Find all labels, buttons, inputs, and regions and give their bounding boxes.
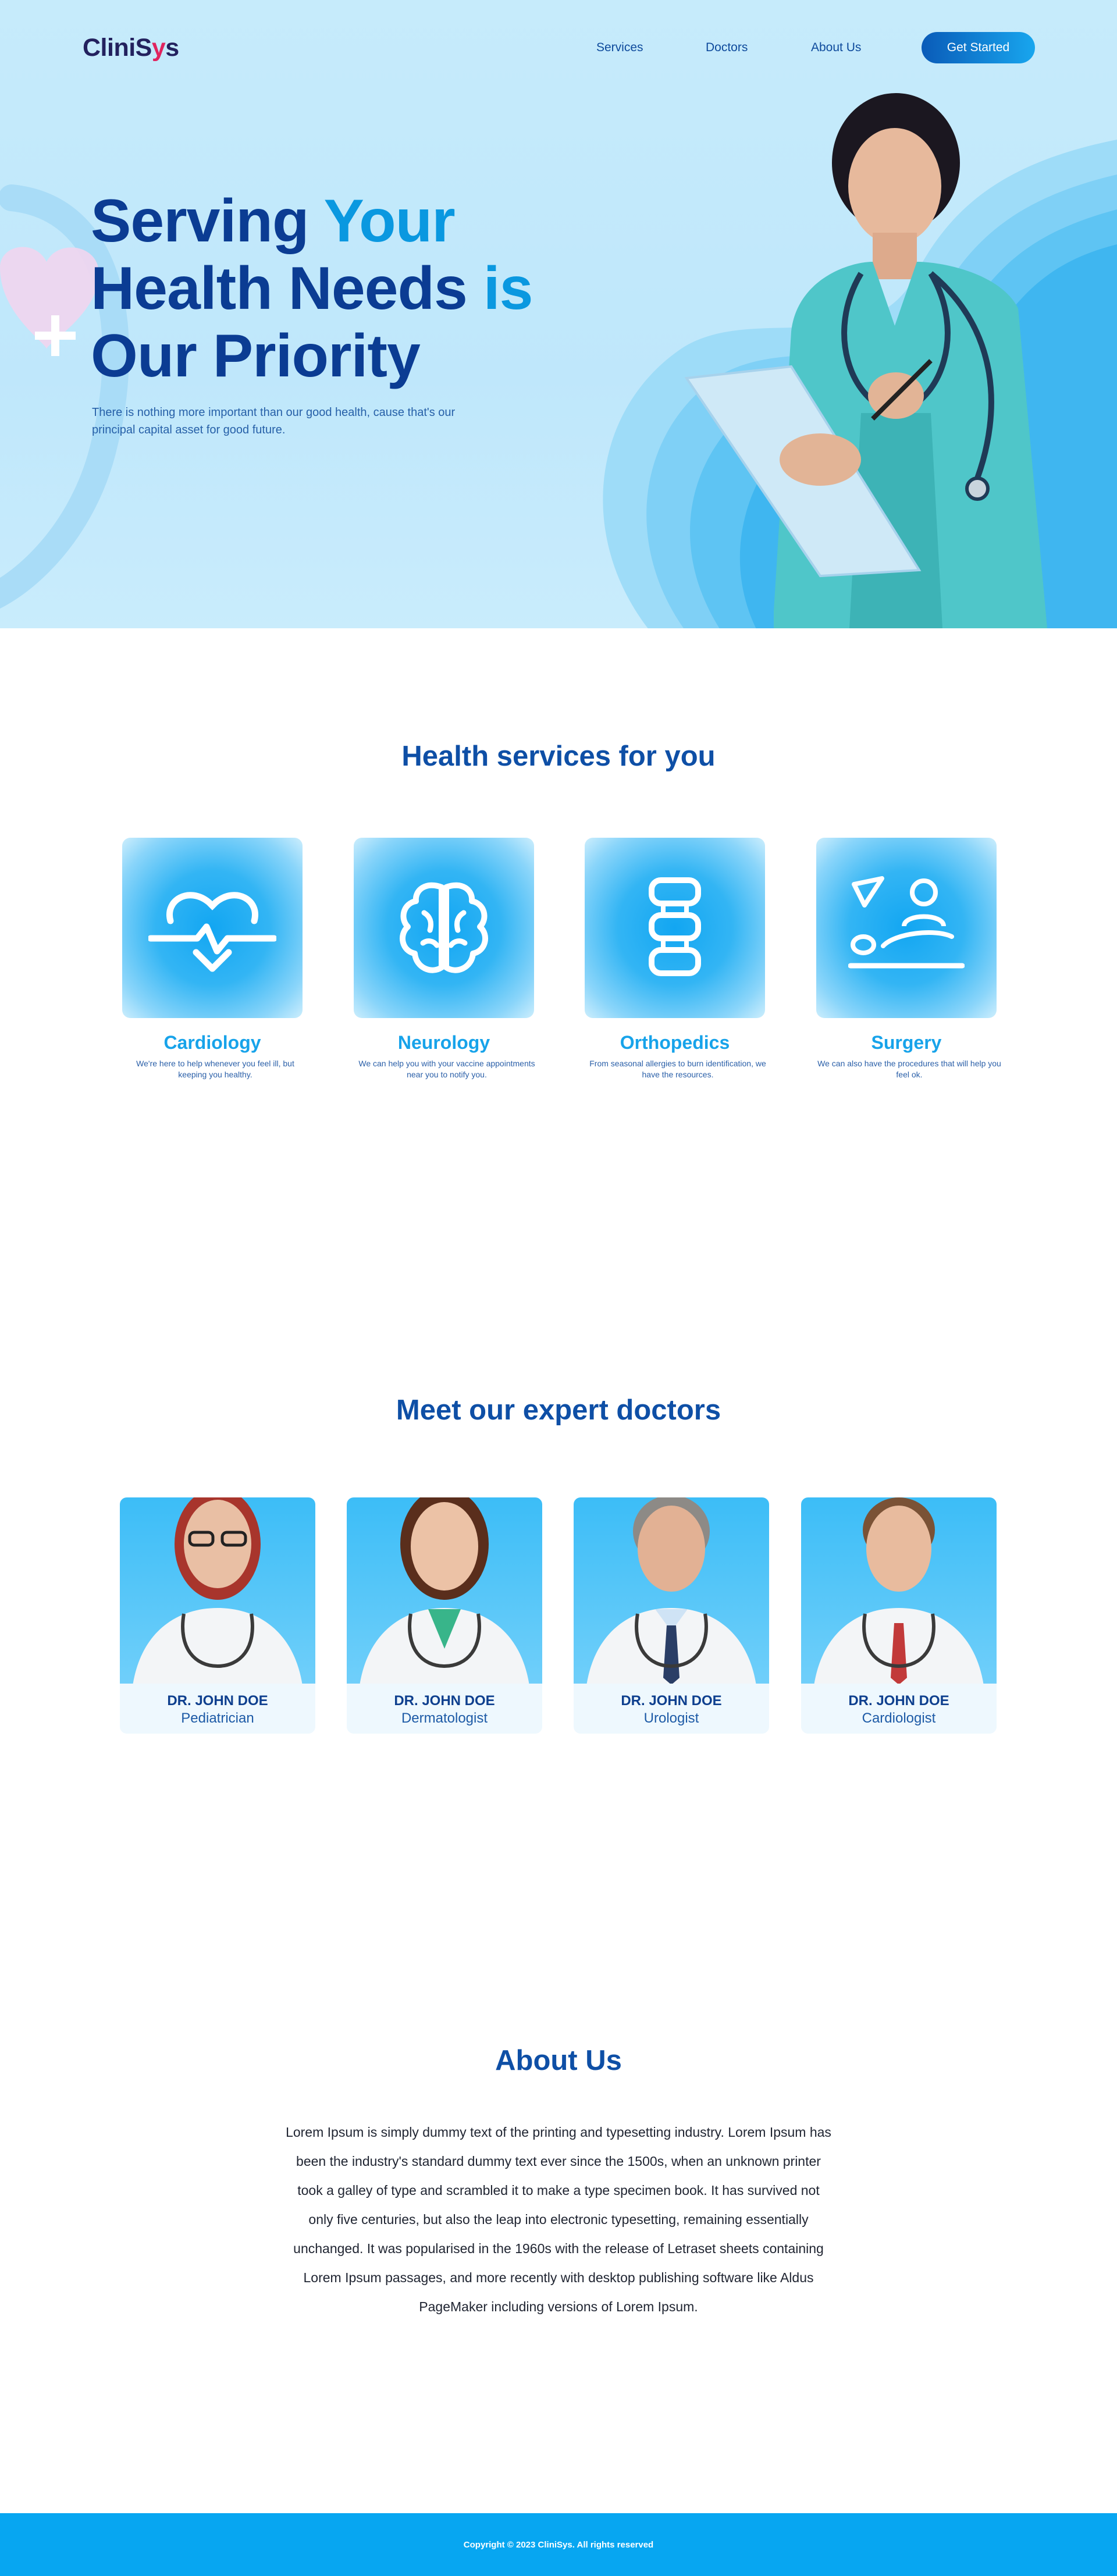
service-icon-box bbox=[354, 838, 534, 1018]
hero-title: Serving Your Health Needs is Our Priorit… bbox=[91, 187, 533, 390]
hero-subtitle: There is nothing more important than our… bbox=[92, 406, 456, 436]
doctor-portrait bbox=[358, 1497, 531, 1695]
service-description: We're here to help whenever you feel ill… bbox=[136, 1059, 294, 1079]
services-title: Health services for you bbox=[401, 741, 716, 772]
doctor-info: DR. JOHN DOE Cardiologist bbox=[801, 1684, 997, 1734]
service-description: From seasonal allergies to burn identifi… bbox=[589, 1059, 766, 1079]
doctor-name: DR. JOHN DOE bbox=[394, 1693, 495, 1709]
surgery-icon bbox=[848, 876, 965, 969]
doctor-card[interactable]: DR. JOHN DOE Cardiologist bbox=[801, 1460, 997, 1734]
doctor-specialty: Cardiologist bbox=[862, 1710, 936, 1726]
service-card-cardiology[interactable]: Cardiology We're here to help whenever y… bbox=[122, 838, 303, 1080]
service-description: We can also have the procedures that wil… bbox=[817, 1059, 1001, 1079]
service-icon-box bbox=[816, 838, 997, 1018]
service-description: We can help you with your vaccine appoin… bbox=[358, 1059, 535, 1079]
nav-about-link[interactable]: About Us bbox=[811, 41, 861, 55]
service-card-surgery[interactable]: Surgery We can also have the procedures … bbox=[816, 838, 1001, 1080]
doctor-info: DR. JOHN DOE Pediatrician bbox=[120, 1684, 315, 1734]
about-title: About Us bbox=[495, 2045, 622, 2076]
doctor-info: DR. JOHN DOE Urologist bbox=[574, 1684, 769, 1734]
doctor-specialty: Dermatologist bbox=[401, 1710, 488, 1726]
service-icon-box bbox=[585, 838, 765, 1018]
footer: Copyright © 2023 CliniSys. All rights re… bbox=[0, 2513, 1117, 2576]
doctor-photo bbox=[347, 1497, 542, 1695]
doctor-card[interactable]: DR. JOHN DOE Dermatologist bbox=[347, 1460, 542, 1734]
doctor-portrait bbox=[131, 1497, 304, 1695]
service-card-orthopedics[interactable]: Orthopedics From seasonal allergies to b… bbox=[585, 838, 766, 1080]
doctor-name: DR. JOHN DOE bbox=[167, 1693, 268, 1709]
doctors-title: Meet our expert doctors bbox=[396, 1394, 721, 1426]
doctor-portrait bbox=[813, 1497, 985, 1695]
doctor-card[interactable]: DR. JOHN DOE Pediatrician bbox=[120, 1460, 315, 1734]
nurse-image bbox=[684, 93, 1047, 628]
about-text: Lorem Ipsum is simply dummy text of the … bbox=[286, 2125, 831, 2314]
doctor-info: DR. JOHN DOE Dermatologist bbox=[347, 1684, 542, 1734]
doctor-photo bbox=[801, 1497, 997, 1695]
doctor-name: DR. JOHN DOE bbox=[848, 1693, 949, 1709]
doctor-photo bbox=[574, 1497, 769, 1695]
service-name: Cardiology bbox=[163, 1032, 261, 1053]
hero-section: CliniSys Services Doctors About Us Get S… bbox=[0, 0, 1117, 628]
nav-services-link[interactable]: Services bbox=[596, 41, 643, 55]
logo[interactable]: CliniSys bbox=[83, 34, 179, 62]
service-icon-box bbox=[122, 838, 303, 1018]
heart-pulse-icon bbox=[148, 892, 276, 972]
copyright-text: Copyright © 2023 CliniSys. All rights re… bbox=[463, 2539, 654, 2550]
doctor-name: DR. JOHN DOE bbox=[621, 1693, 722, 1709]
nav-doctors-link[interactable]: Doctors bbox=[706, 41, 748, 55]
spine-icon bbox=[649, 877, 701, 976]
service-name: Surgery bbox=[871, 1032, 942, 1053]
service-name: Orthopedics bbox=[620, 1032, 730, 1053]
service-name: Neurology bbox=[397, 1032, 490, 1053]
brain-icon bbox=[400, 882, 488, 973]
doctor-photo bbox=[120, 1497, 315, 1695]
get-started-button[interactable]: Get Started bbox=[922, 32, 1035, 63]
doctor-portrait bbox=[585, 1497, 757, 1695]
doctor-specialty: Urologist bbox=[643, 1710, 699, 1726]
doctor-card[interactable]: DR. JOHN DOE Urologist bbox=[574, 1460, 769, 1734]
service-card-neurology[interactable]: Neurology We can help you with your vacc… bbox=[354, 838, 535, 1080]
doctor-specialty: Pediatrician bbox=[181, 1710, 254, 1726]
